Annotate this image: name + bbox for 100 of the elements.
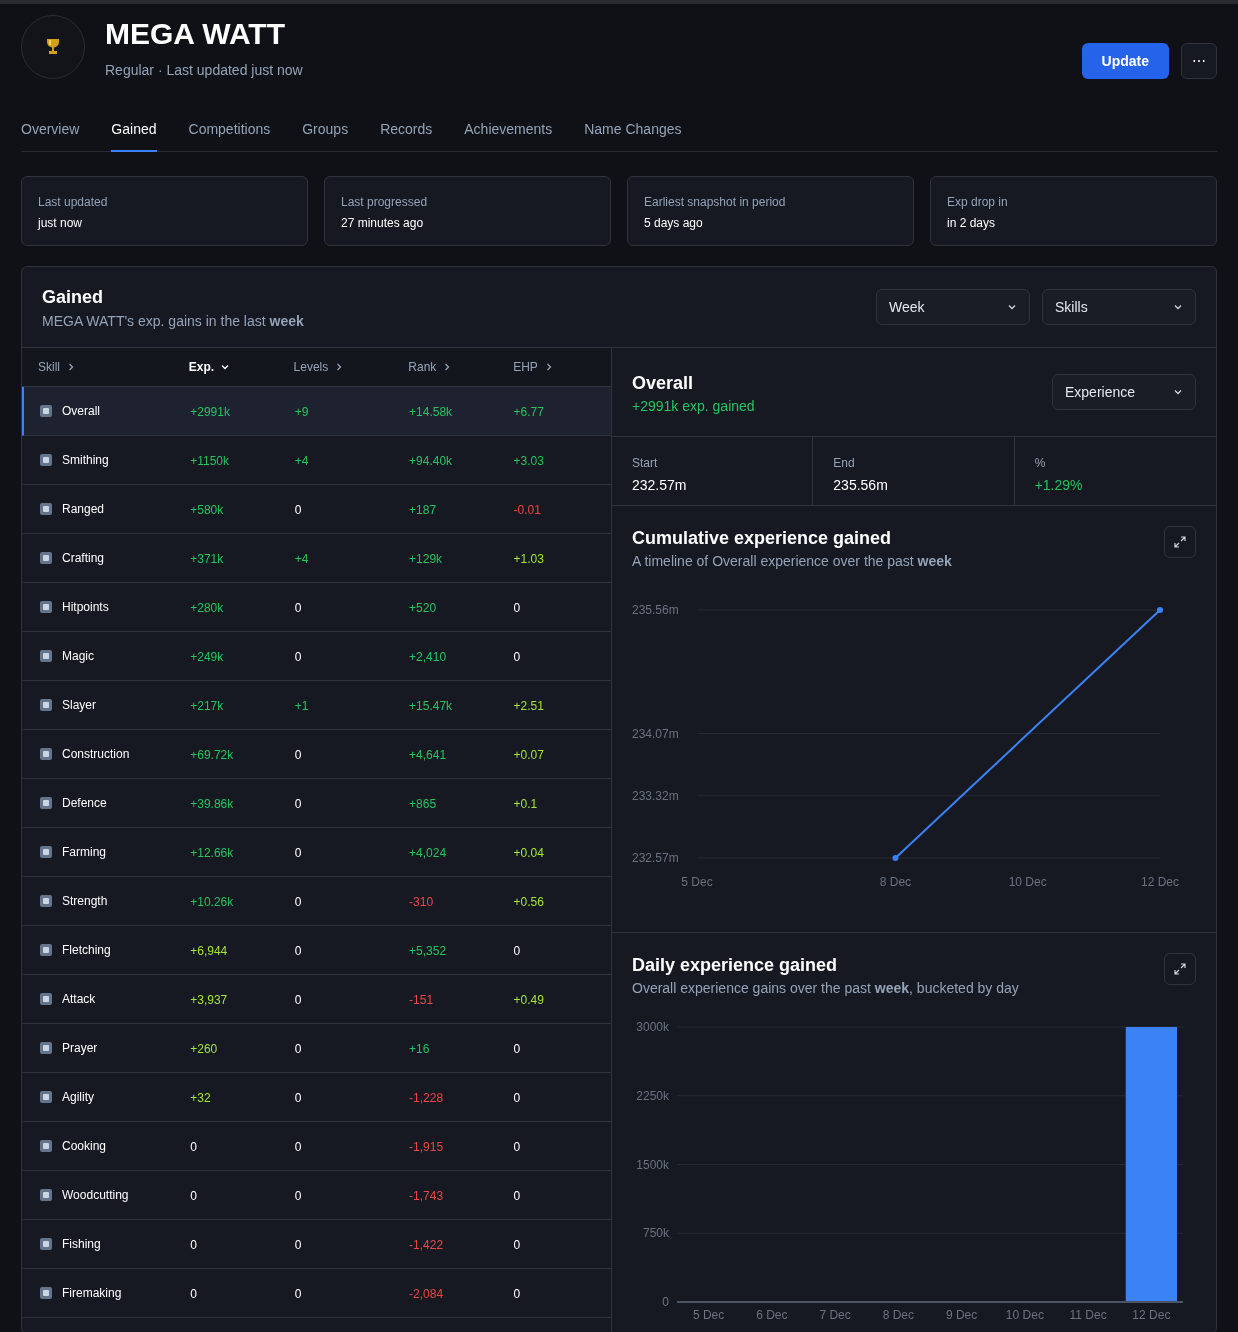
table-cell: +39.86k — [190, 797, 234, 811]
table-cell: +1150k — [190, 454, 229, 468]
tab[interactable]: Groups — [302, 108, 349, 152]
table-cell: -151 — [409, 993, 434, 1007]
skill-row[interactable]: Hitpoints +280k 0 +520 0 — [22, 583, 611, 632]
table-cell: -1,743 — [409, 1189, 444, 1203]
period-select[interactable]: Week — [876, 289, 1030, 325]
skill-icon — [38, 1138, 54, 1154]
axis-label: 0 — [662, 1295, 669, 1309]
skill-icon — [38, 697, 54, 713]
detail-gained: +2991k exp. gained — [632, 397, 755, 416]
skill-row[interactable]: Agility +32 0 -1,228 0 — [22, 1073, 611, 1122]
tab[interactable]: Records — [380, 108, 433, 152]
tab[interactable]: Competitions — [188, 108, 271, 152]
skill-icon — [38, 991, 54, 1007]
skill-name: Strength — [62, 893, 108, 910]
skill-row[interactable]: Ranged +580k 0 +187 -0.01 — [22, 485, 611, 534]
skill-row[interactable]: Firemaking 0 0 -2,084 0 — [22, 1269, 611, 1318]
skill-name: Construction — [62, 746, 130, 763]
info-value: just now — [38, 215, 84, 231]
table-cell: 0 — [294, 650, 302, 664]
table-cell: 0 — [294, 1140, 302, 1154]
skill-row[interactable]: Smithing +1150k +4 +94.40k +3.03 — [22, 436, 611, 485]
skill-name: Overall — [62, 403, 100, 420]
table-cell: 0 — [294, 748, 302, 762]
skill-row[interactable]: Woodcutting 0 0 -1,743 0 — [22, 1171, 611, 1220]
table-cell: +187 — [409, 503, 437, 517]
skill-row[interactable]: Magic +249k 0 +2,410 0 — [22, 632, 611, 681]
expand-icon — [1173, 962, 1187, 976]
skill-row[interactable]: Strength +10.26k 0 -310 +0.56 — [22, 877, 611, 926]
skill-row[interactable]: Slayer +217k +1 +15.47k +2.51 — [22, 681, 611, 730]
skill-row[interactable]: Attack +3,937 0 -151 +0.49 — [22, 975, 611, 1024]
more-button[interactable]: ⋯ — [1181, 43, 1217, 79]
skill-name: Woodcutting — [62, 1187, 129, 1204]
tab[interactable]: Name Changes — [584, 108, 682, 152]
table-cell: +865 — [409, 797, 437, 811]
expand-icon — [1173, 535, 1187, 549]
skill-icon — [38, 893, 54, 909]
skill-row[interactable]: Farming +12.66k 0 +4,024 +0.04 — [22, 828, 611, 877]
table-cell: 0 — [294, 1238, 302, 1252]
axis-label: 5 Dec — [692, 1308, 725, 1322]
skill-row[interactable]: Crafting +371k +4 +129k +1.03 — [22, 534, 611, 583]
skill-name: Hitpoints — [62, 599, 109, 616]
stat-value: +1.29% — [1034, 476, 1084, 495]
tab[interactable]: Gained — [111, 108, 157, 152]
expand-button[interactable] — [1164, 526, 1196, 558]
table-cell: +3.03 — [513, 454, 544, 468]
table-cell: 0 — [294, 601, 302, 615]
column-header[interactable]: EHP — [513, 358, 611, 376]
table-cell: +94.40k — [409, 454, 453, 468]
skill-row[interactable]: Fishing 0 0 -1,422 0 — [22, 1220, 611, 1269]
column-header[interactable]: Skill — [22, 358, 189, 376]
column-header[interactable]: Exp. — [188, 358, 294, 376]
table-cell: +12.66k — [190, 846, 234, 860]
table-cell: +2991k — [190, 405, 230, 419]
table-cell: +9 — [294, 405, 309, 419]
skill-name: Fletching — [62, 942, 111, 959]
table-cell: +4,024 — [409, 846, 447, 860]
axis-label: 9 Dec — [945, 1308, 978, 1322]
skill-icon — [38, 844, 54, 860]
table-cell: 0 — [294, 503, 302, 517]
skill-row[interactable]: Prayer +260 0 +16 0 — [22, 1024, 611, 1073]
column-header[interactable]: Levels — [293, 358, 409, 376]
column-header[interactable]: Rank — [408, 358, 514, 376]
info-value: 5 days ago — [644, 215, 704, 231]
table-cell: 0 — [294, 993, 302, 1007]
table-cell: 0 — [294, 944, 302, 958]
metric-select[interactable]: Experience — [1052, 374, 1196, 410]
skill-row[interactable]: Overall +2991k +9 +14.58k +6.77 — [22, 387, 611, 436]
chevron-down-icon — [220, 362, 231, 372]
table-cell: +260 — [190, 1042, 218, 1056]
table-cell: +580k — [190, 503, 224, 517]
stat-label: End — [833, 455, 856, 471]
metric-select[interactable]: Skills — [1042, 289, 1196, 325]
axis-label: 12 Dec — [1141, 875, 1179, 889]
panel-title: Gained — [42, 286, 104, 309]
chevron-down-icon — [1007, 302, 1017, 312]
chevron-right-icon — [66, 362, 76, 372]
skill-row[interactable]: Construction +69.72k 0 +4,641 +0.07 — [22, 730, 611, 779]
tab[interactable]: Achievements — [464, 108, 553, 152]
skill-icon — [38, 599, 54, 615]
tab[interactable]: Overview — [21, 108, 80, 152]
skill-row[interactable]: Cooking 0 0 -1,915 0 — [22, 1122, 611, 1171]
update-button[interactable]: Update — [1081, 43, 1169, 79]
table-cell: +217k — [190, 699, 224, 713]
stat-value: 235.56m — [833, 476, 889, 495]
chevron-down-icon — [1173, 387, 1183, 397]
skill-row[interactable]: Fletching +6,944 0 +5,352 0 — [22, 926, 611, 975]
skill-icon — [38, 1285, 54, 1301]
skill-icon — [38, 1040, 54, 1056]
axis-label: 233.32m — [632, 788, 679, 803]
axis-label: 3000k — [636, 1020, 669, 1034]
expand-button[interactable] — [1164, 953, 1196, 985]
info-label: Exp drop in — [947, 194, 1009, 210]
table-cell: +10.26k — [190, 895, 234, 909]
skill-row[interactable]: Defence +39.86k 0 +865 +0.1 — [22, 779, 611, 828]
table-cell: 0 — [513, 650, 521, 664]
table-cell: 0 — [513, 1042, 521, 1056]
panel-subtitle: MEGA WATT's exp. gains in the last week — [42, 312, 304, 331]
axis-label: 5 Dec — [681, 875, 713, 889]
